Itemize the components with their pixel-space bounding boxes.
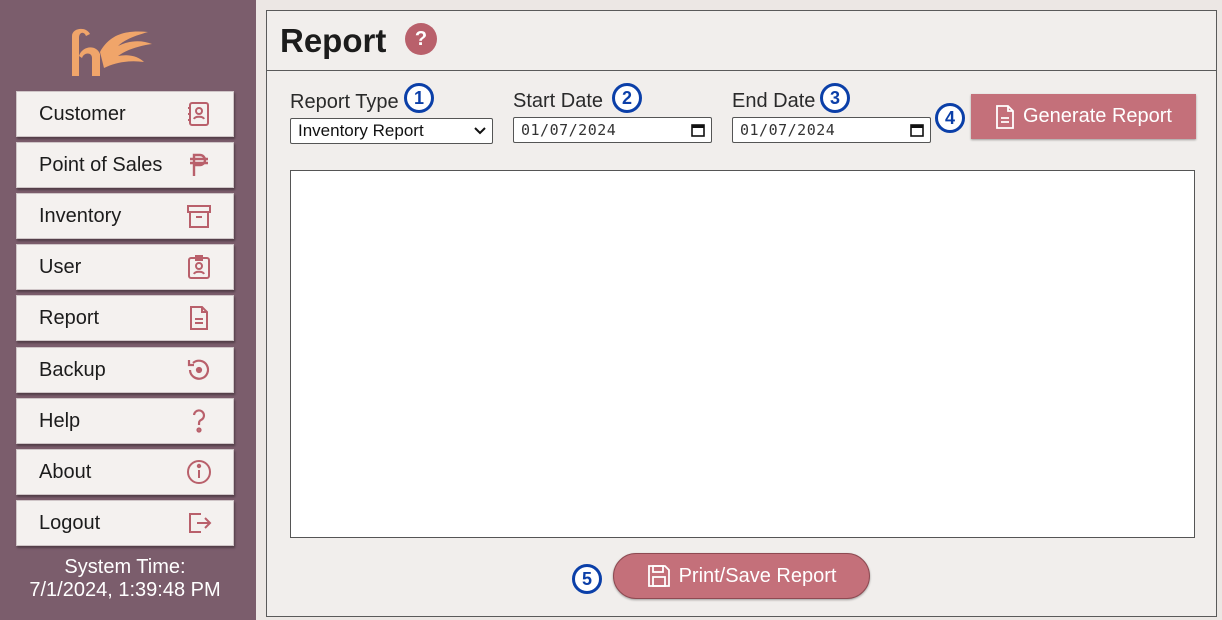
sidebar-item-backup[interactable]: Backup [16,347,234,393]
info-icon [185,458,213,486]
sidebar-item-user[interactable]: User [16,244,234,290]
sidebar-item-logout[interactable]: Logout [16,500,234,546]
save-icon [647,565,670,587]
sidebar-item-label: Logout [39,511,101,534]
sidebar-item-label: Report [39,306,100,329]
logout-icon [185,509,213,537]
end-date-label: End Date [732,90,816,112]
contact-book-icon [185,100,213,128]
start-date-label: Start Date [513,90,604,112]
sidebar-item-report[interactable]: Report [16,295,234,341]
system-time-label: System Time: [64,556,186,578]
end-date-input[interactable]: 01/07/2024 [732,117,931,143]
sidebar-item-label: User [39,255,82,278]
archive-box-icon [185,202,213,230]
step-badge-2: 2 [612,83,642,113]
generate-report-label: Generate Report [1023,105,1172,127]
sidebar-item-help[interactable]: Help [16,398,234,444]
start-date-value: 01/07/2024 [521,121,617,139]
user-badge-icon [185,253,213,281]
print-save-report-button[interactable]: Print/Save Report [613,553,870,599]
page-header: Report ? [267,11,1216,71]
step-badge-5: 5 [572,564,602,594]
calendar-icon[interactable] [910,123,924,137]
step-badge-1: 1 [404,83,434,113]
generate-report-button[interactable]: Generate Report [971,94,1196,139]
help-icon[interactable]: ? [405,23,437,55]
step-badge-3: 3 [820,83,850,113]
sidebar-item-inventory[interactable]: Inventory [16,193,234,239]
app-logo [72,28,152,76]
document-icon [185,304,213,332]
end-date-value: 01/07/2024 [740,121,836,139]
sidebar-item-label: Point of Sales [39,153,163,176]
restore-icon [185,356,213,384]
sidebar-item-label: About [39,460,92,483]
sidebar-item-customer[interactable]: Customer [16,91,234,137]
report-viewer[interactable] [290,170,1195,538]
sidebar-item-label: Help [39,409,81,432]
sidebar-item-label: Backup [39,358,106,381]
sidebar-item-label: Customer [39,102,126,125]
calendar-icon[interactable] [691,123,705,137]
start-date-input[interactable]: 01/07/2024 [513,117,712,143]
page-title: Report [280,22,387,59]
report-type-label: Report Type [290,91,399,113]
sidebar-item-about[interactable]: About [16,449,234,495]
sidebar: Customer Point of Sales Inventory User R… [0,0,256,620]
report-type-select[interactable]: Inventory Report [290,118,493,144]
document-icon [996,104,1014,129]
step-badge-4: 4 [935,103,965,133]
sidebar-item-label: Inventory [39,204,122,227]
report-type-value: Inventory Report [298,121,424,140]
system-time: System Time: 7/1/2024, 1:39:48 PM [0,556,250,602]
sidebar-item-point-of-sales[interactable]: Point of Sales [16,142,234,188]
report-panel: Report ? Report Type 1 Inventory Report … [266,10,1217,617]
peso-icon [185,151,213,179]
system-time-value: 7/1/2024, 1:39:48 PM [29,579,221,601]
chevron-down-icon [474,127,486,135]
print-save-report-label: Print/Save Report [678,564,837,587]
question-mark-icon [185,407,213,435]
